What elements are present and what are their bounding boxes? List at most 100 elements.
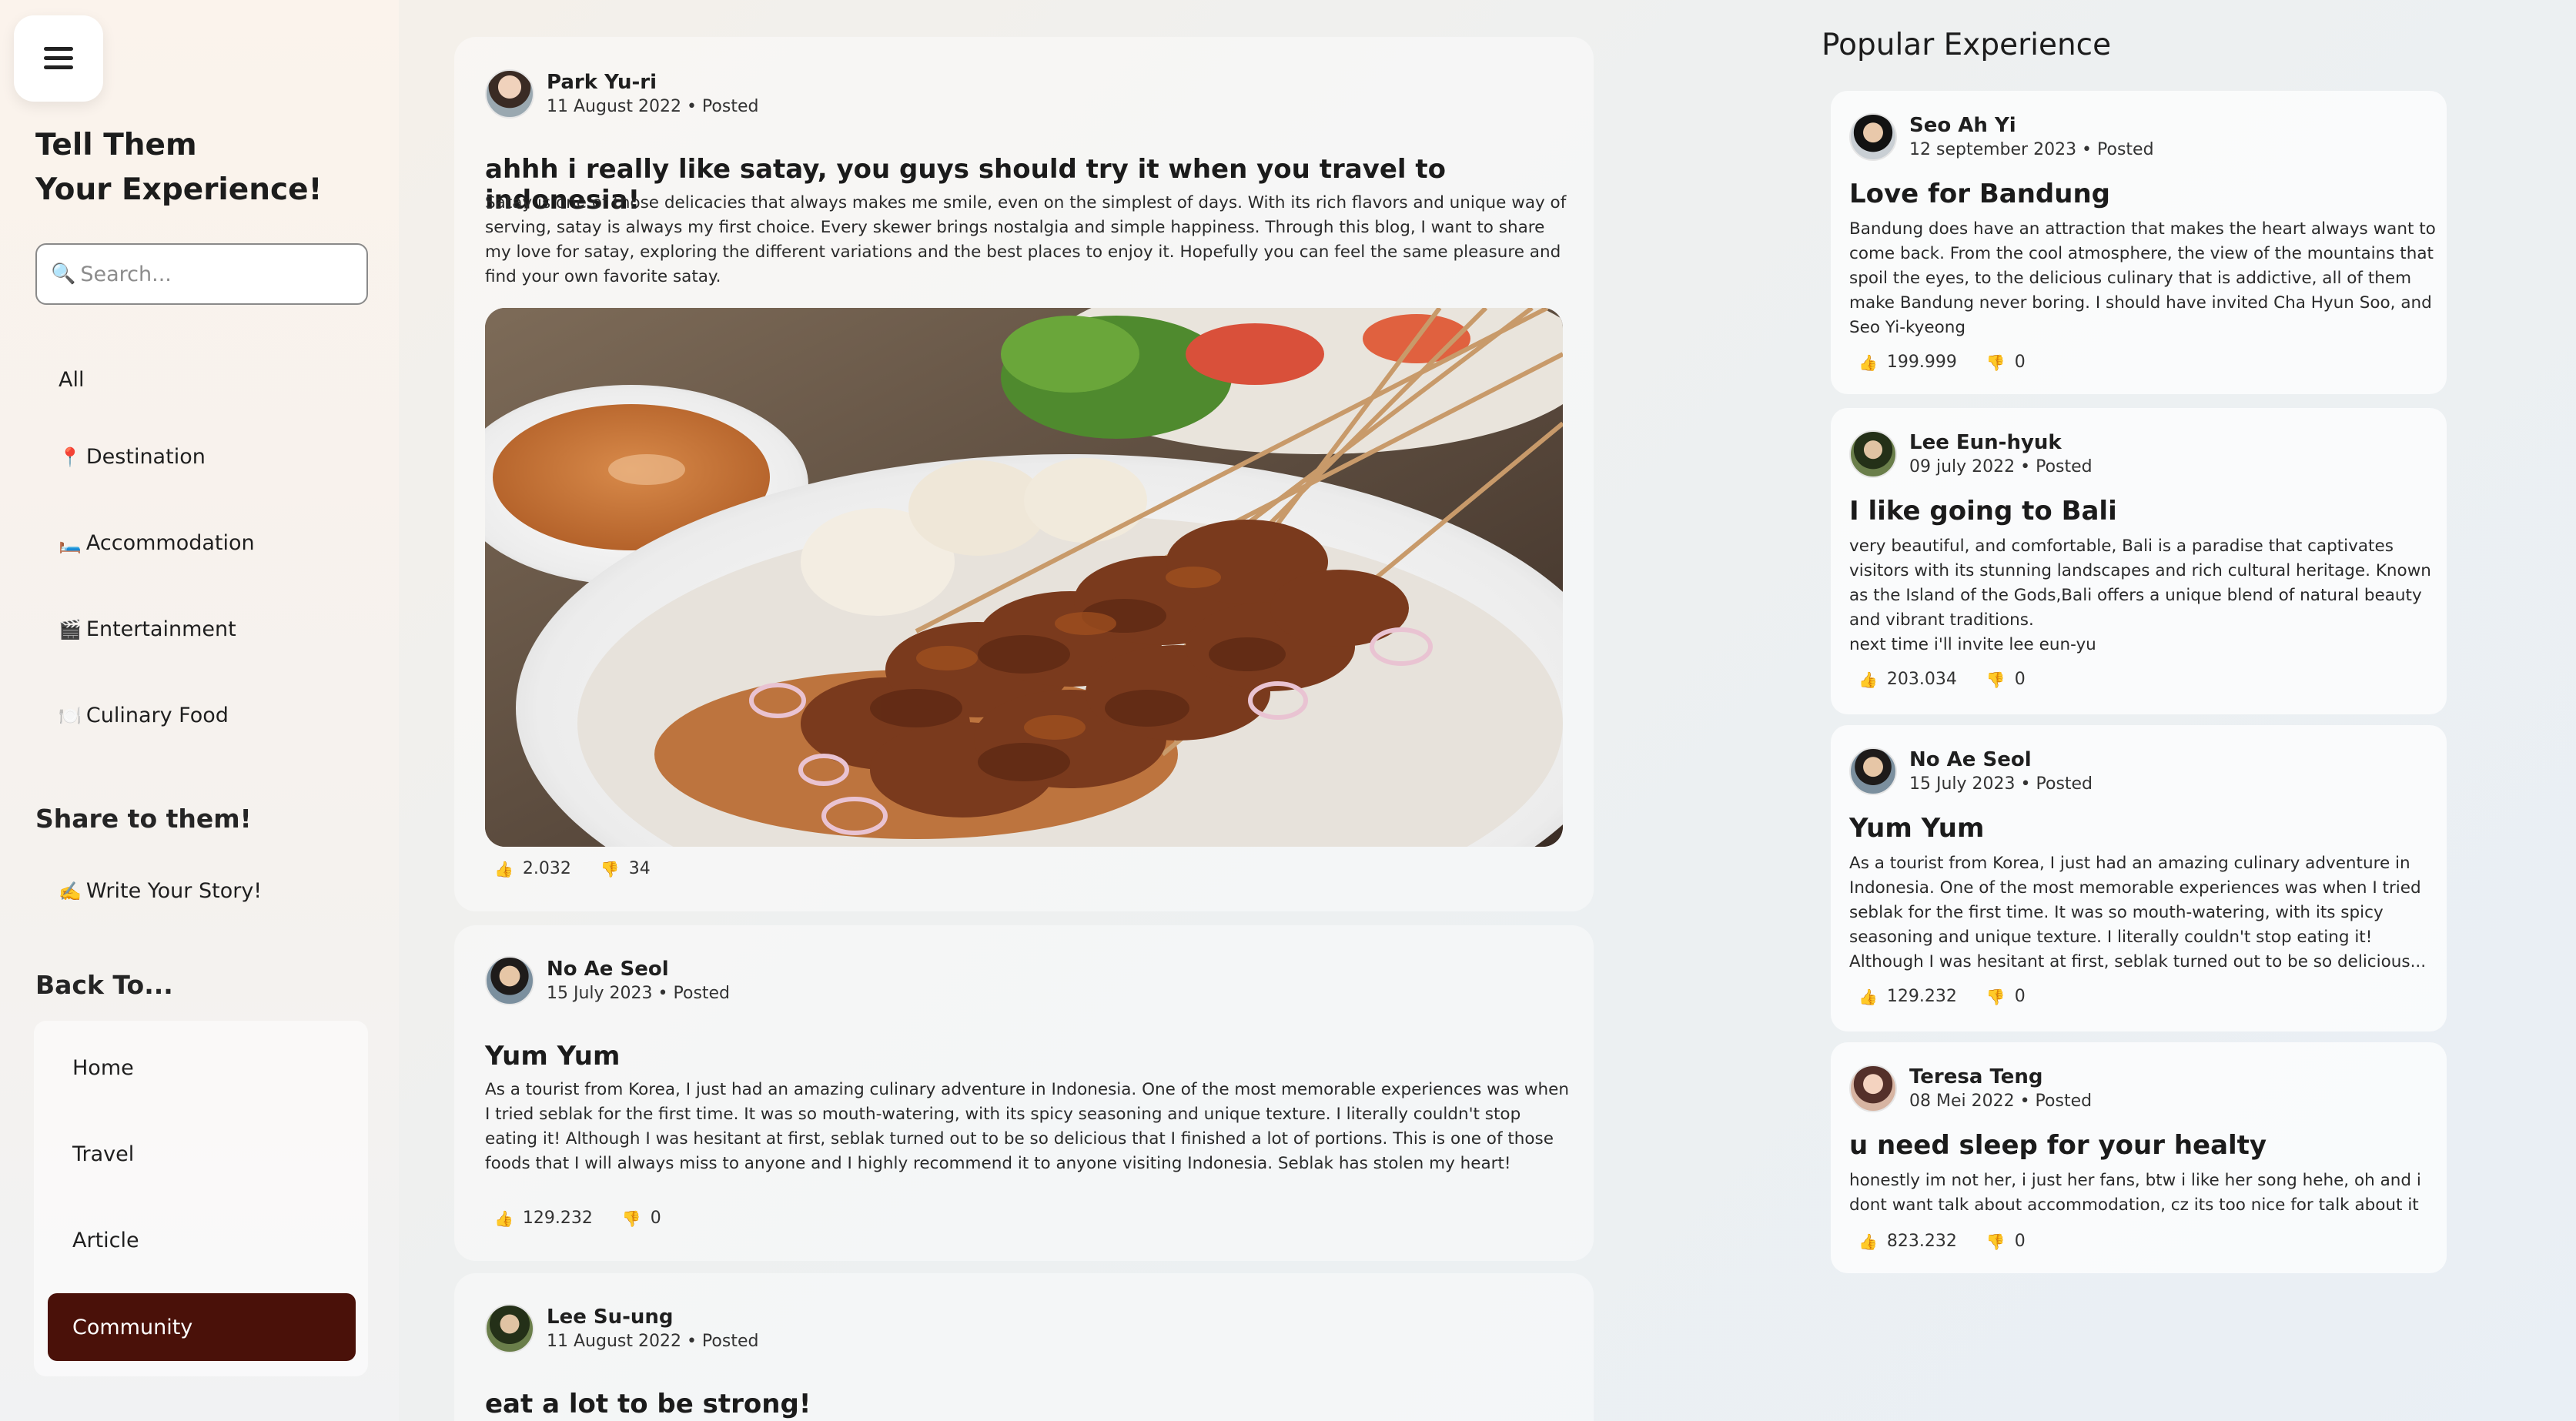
post-author[interactable]: Lee Eun-hyuk 09 july 2022 • Posted: [1849, 430, 2093, 479]
avatar: [1849, 1065, 1897, 1112]
author-name: Park Yu-ri: [547, 71, 657, 94]
post-card: No Ae Seol 15 July 2023 • Posted Yum Yum…: [454, 925, 1594, 1261]
post-reactions: 👍 2.032 👎 34: [494, 859, 680, 878]
writing-hand-icon: ✍️: [59, 880, 82, 902]
dislike-count: 0: [2014, 353, 2026, 372]
nav-travel[interactable]: Travel: [72, 1142, 134, 1166]
popular-heading: Popular Experience: [1822, 28, 2112, 62]
thumbs-down-icon[interactable]: 👎: [622, 1209, 641, 1228]
popular-card[interactable]: Seo Ah Yi 12 september 2023 • Posted Lov…: [1831, 91, 2447, 394]
post-title[interactable]: Yum Yum: [1849, 813, 1984, 844]
post-date: 15 July 2023 • Posted: [1909, 774, 2093, 794]
author-name: No Ae Seol: [1909, 748, 2032, 771]
dislike-count: 0: [2014, 1232, 2026, 1251]
search-box[interactable]: 🔍: [35, 243, 368, 305]
popular-card[interactable]: Lee Eun-hyuk 09 july 2022 • Posted I lik…: [1831, 408, 2447, 714]
hamburger-menu-icon: [44, 47, 73, 70]
post-reactions: 👍 203.034 👎 0: [1858, 670, 2055, 689]
avatar: [1849, 430, 1897, 478]
sidebar-title-line2: Your Experience!: [35, 172, 323, 207]
post-title[interactable]: Yum Yum: [485, 1041, 620, 1072]
post-body: very beautiful, and comfortable, Bali is…: [1849, 537, 2431, 654]
post-author[interactable]: Park Yu-ri 11 August 2022 • Posted: [485, 69, 758, 119]
back-heading: Back To...: [35, 970, 173, 1000]
post-reactions: 👍 129.232 👎 0: [494, 1209, 691, 1228]
post-author[interactable]: Lee Su-ung 11 August 2022 • Posted: [485, 1304, 758, 1353]
thumbs-up-icon[interactable]: 👍: [494, 1209, 514, 1228]
post-date: 15 July 2023 • Posted: [547, 984, 731, 1003]
nav-article[interactable]: Article: [72, 1229, 139, 1252]
like-count: 199.999: [1886, 353, 1957, 372]
post-title[interactable]: u need sleep for your healty: [1849, 1130, 2267, 1161]
post-body: As a tourist from Korea, I just had an a…: [485, 1080, 1569, 1173]
thumbs-down-icon[interactable]: 👎: [601, 860, 620, 878]
dislike-count: 0: [2014, 670, 2026, 689]
post-title[interactable]: I like going to Bali: [1849, 496, 2117, 527]
clapper-icon: 🎬: [59, 618, 82, 640]
post-author[interactable]: No Ae Seol 15 July 2023 • Posted: [1849, 747, 2093, 796]
author-name: Teresa Teng: [1909, 1065, 2043, 1088]
dislike-count: 0: [2014, 987, 2026, 1006]
bed-icon: 🛏️: [59, 532, 82, 554]
menu-button[interactable]: [14, 15, 103, 102]
category-entertainment[interactable]: 🎬 Entertainment: [59, 617, 236, 641]
author-name: No Ae Seol: [547, 958, 669, 981]
post-date: 12 september 2023 • Posted: [1909, 140, 2154, 159]
post-date: 09 july 2022 • Posted: [1909, 457, 2093, 476]
sidebar: Tell Them Your Experience! 🔍 All 📍 Desti…: [0, 0, 399, 1421]
post-title[interactable]: Love for Bandung: [1849, 179, 2110, 209]
thumbs-down-icon[interactable]: 👎: [1986, 1232, 2006, 1251]
post-title[interactable]: eat a lot to be strong!: [485, 1389, 811, 1419]
avatar: [485, 69, 534, 119]
thumbs-up-icon[interactable]: 👍: [1858, 1232, 1878, 1251]
like-count: 203.034: [1886, 670, 1957, 689]
post-body: honestly im not her, i just her fans, bt…: [1849, 1171, 2421, 1215]
share-heading: Share to them!: [35, 804, 252, 834]
thumbs-up-icon[interactable]: 👍: [1858, 988, 1878, 1006]
thumbs-down-icon[interactable]: 👎: [1986, 353, 2006, 372]
like-count: 129.232: [1886, 987, 1957, 1006]
avatar: [1849, 113, 1897, 161]
thumbs-down-icon[interactable]: 👎: [1986, 670, 2006, 689]
like-count: 823.232: [1886, 1232, 1957, 1251]
avatar: [1849, 747, 1897, 795]
category-culinary-food[interactable]: 🍽️ Culinary Food: [59, 704, 229, 727]
nav-home[interactable]: Home: [72, 1056, 134, 1080]
post-author[interactable]: Seo Ah Yi 12 september 2023 • Posted: [1849, 112, 2154, 162]
thumbs-down-icon[interactable]: 👎: [1986, 988, 2006, 1006]
satay-food-photo: [485, 308, 1563, 847]
sidebar-title-line1: Tell Them: [35, 128, 197, 162]
post-card: Lee Su-ung 11 August 2022 • Posted eat a…: [454, 1273, 1594, 1421]
post-reactions: 👍 823.232 👎 0: [1858, 1232, 2055, 1251]
post-author[interactable]: Teresa Teng 08 Mei 2022 • Posted: [1849, 1064, 2092, 1113]
category-all[interactable]: All: [59, 368, 84, 392]
thumbs-up-icon[interactable]: 👍: [1858, 670, 1878, 689]
post-author[interactable]: No Ae Seol 15 July 2023 • Posted: [485, 956, 730, 1005]
post-body: As a tourist from Korea, I just had an a…: [1849, 854, 2427, 971]
post-date: 11 August 2022 • Posted: [547, 1332, 759, 1351]
search-icon: 🔍: [51, 262, 76, 286]
category-label: All: [59, 368, 85, 392]
write-story-link[interactable]: ✍️ Write Your Story!: [59, 879, 262, 903]
author-name: Lee Eun-hyuk: [1909, 431, 2062, 454]
nav-community[interactable]: Community: [48, 1293, 356, 1361]
like-count: 129.232: [522, 1209, 593, 1228]
post-body: Bandung does have an attraction that mak…: [1849, 219, 2436, 337]
post-card: Park Yu-ri 11 August 2022 • Posted ahhh …: [454, 37, 1594, 911]
category-destination[interactable]: 📍 Destination: [59, 445, 206, 469]
post-reactions: 👍 199.999 👎 0: [1858, 353, 2055, 372]
popular-card[interactable]: No Ae Seol 15 July 2023 • Posted Yum Yum…: [1831, 725, 2447, 1031]
thumbs-up-icon[interactable]: 👍: [494, 860, 514, 878]
thumbs-up-icon[interactable]: 👍: [1858, 353, 1878, 372]
post-date: 08 Mei 2022 • Posted: [1909, 1092, 2093, 1111]
post-body: Satay is one of those delicacies that al…: [485, 193, 1567, 286]
plate-icon: 🍽️: [59, 704, 82, 727]
category-accommodation[interactable]: 🛏️ Accommodation: [59, 531, 255, 555]
popular-card[interactable]: Teresa Teng 08 Mei 2022 • Posted u need …: [1831, 1042, 2447, 1273]
dislike-count: 34: [628, 859, 651, 878]
search-input[interactable]: [80, 262, 358, 286]
category-label: Destination: [85, 445, 206, 469]
post-reactions: 👍 129.232 👎 0: [1858, 987, 2055, 1006]
author-name: Seo Ah Yi: [1909, 114, 2016, 137]
dislike-count: 0: [650, 1209, 661, 1228]
